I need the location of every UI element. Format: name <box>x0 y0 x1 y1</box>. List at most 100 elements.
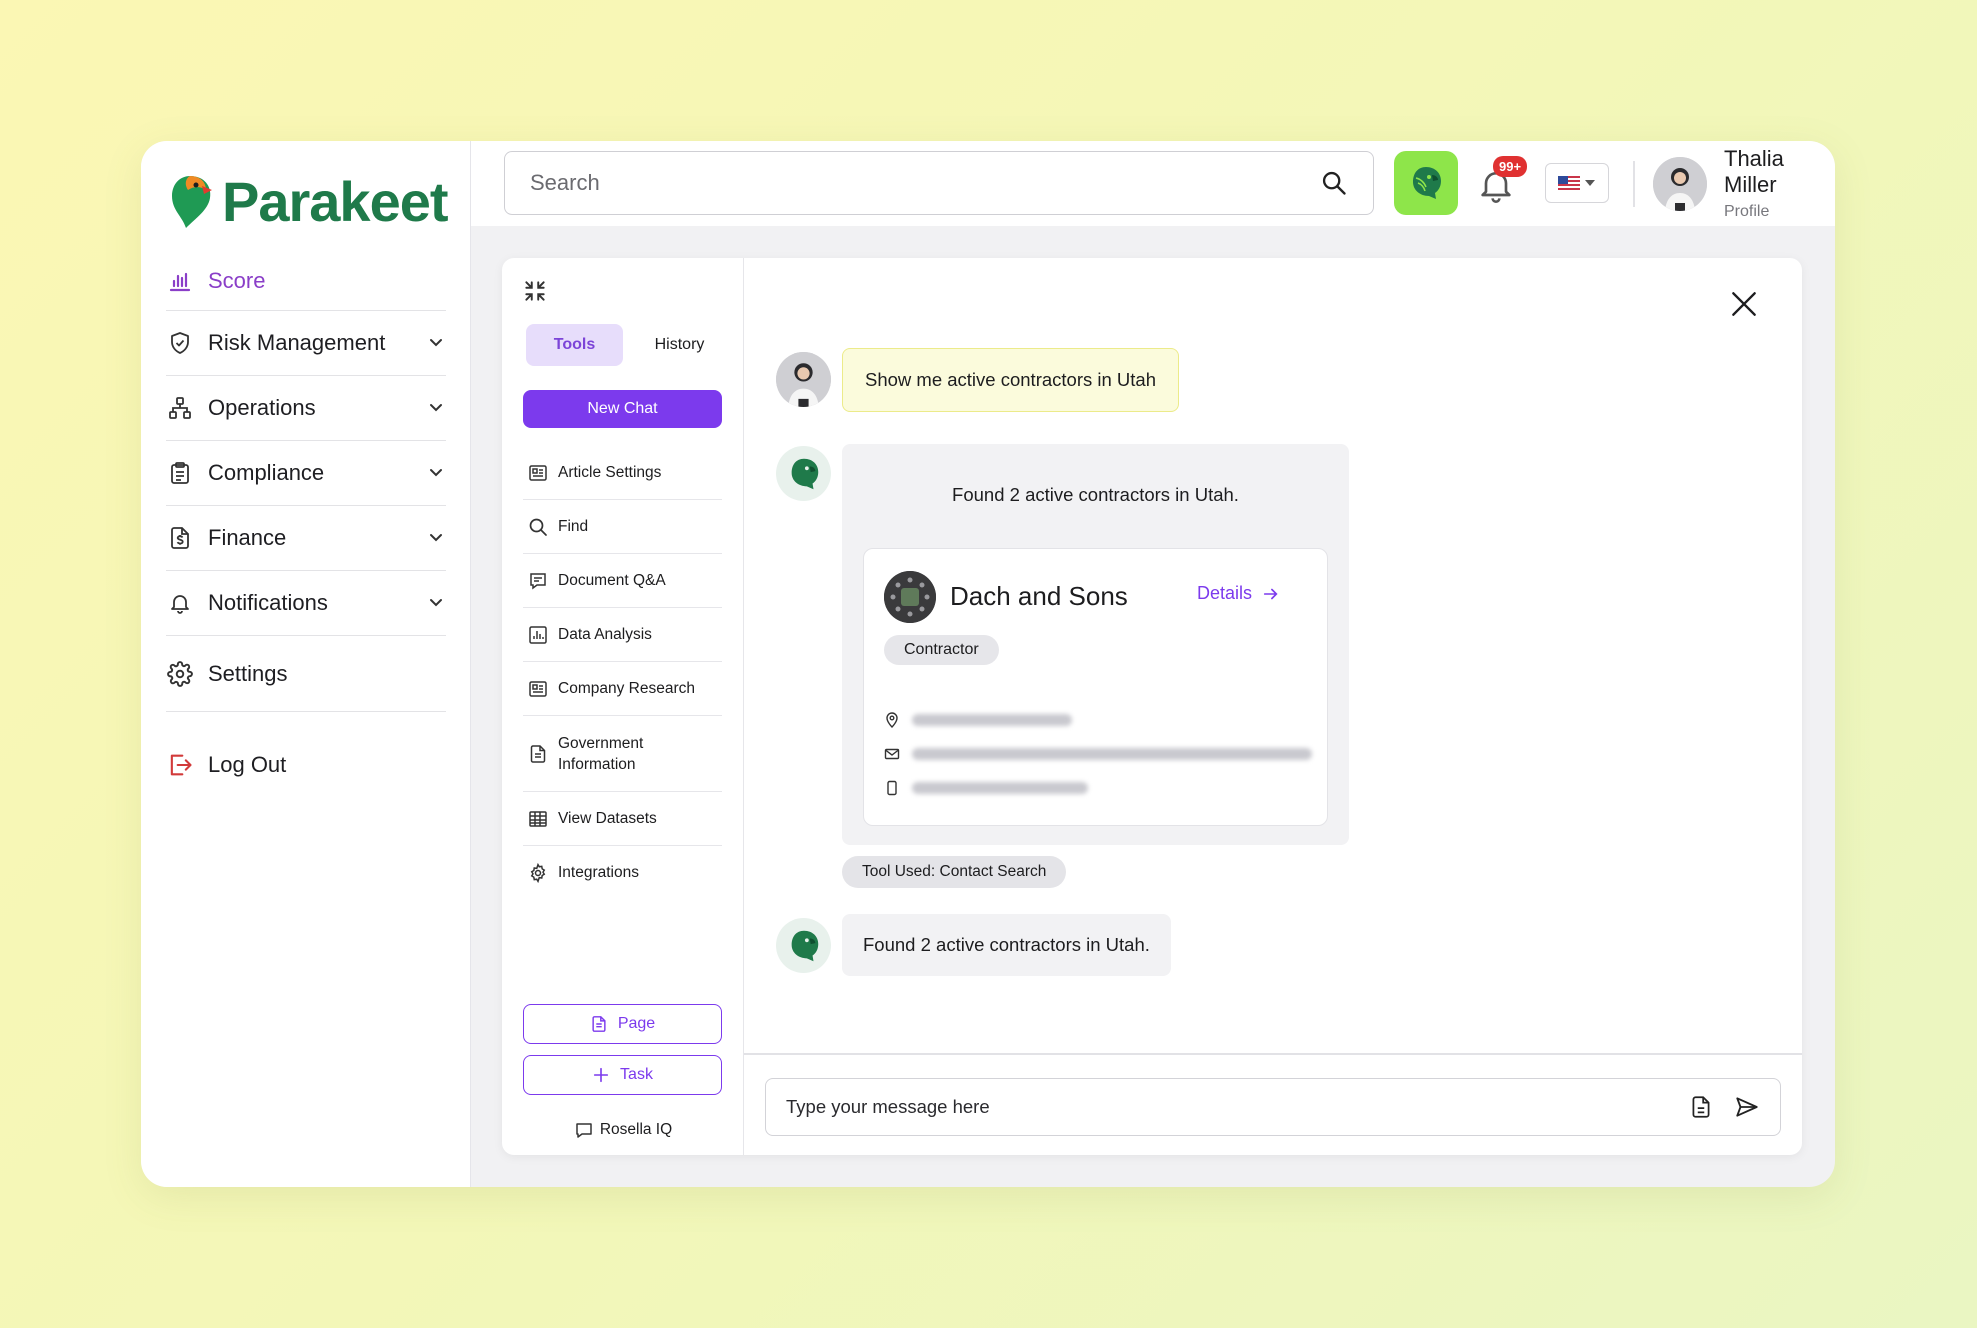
message-placeholder: Type your message here <box>786 1096 990 1117</box>
parrot-assistant-button[interactable] <box>1394 151 1458 215</box>
chevron-down-icon <box>430 339 442 347</box>
sidebar-item-label: Notifications <box>208 590 328 615</box>
gear-icon <box>166 660 194 688</box>
mail-icon <box>884 748 900 760</box>
sidebar-item-label: Finance <box>208 525 287 550</box>
bell-icon <box>166 589 194 617</box>
message-input[interactable]: Type your message here <box>765 1078 1781 1136</box>
task-button-label: Task <box>620 1066 653 1083</box>
logout-button[interactable]: Log Out <box>166 751 286 779</box>
tool-label: Article Settings <box>558 463 662 481</box>
company-logo <box>884 571 936 623</box>
company-icon <box>529 680 547 697</box>
details-link[interactable]: Details <box>1197 583 1280 604</box>
article-icon <box>529 464 547 481</box>
tab-history[interactable]: History <box>637 324 722 366</box>
sidebar-nav: Score Risk Management Operations Complia… <box>166 251 446 712</box>
divider <box>1633 161 1635 207</box>
tool-company-research[interactable]: Company Research <box>523 662 722 716</box>
bar-chart-icon <box>166 267 194 295</box>
send-icon[interactable] <box>1734 1094 1760 1120</box>
new-chat-button[interactable]: New Chat <box>523 390 722 428</box>
divider <box>744 1053 1802 1055</box>
us-flag-icon <box>1558 176 1580 190</box>
tools-sidebar: Tools History New Chat Article Settings … <box>502 258 744 1155</box>
search-input[interactable]: Search <box>504 151 1374 215</box>
tool-integrations[interactable]: Integrations <box>523 846 722 900</box>
search-placeholder: Search <box>530 170 600 195</box>
user-message-bubble: Show me active contractors in Utah <box>842 348 1179 412</box>
contractor-card: Dach and Sons Details Contractor <box>863 548 1328 826</box>
user-name[interactable]: Thalia Miller <box>1724 146 1824 198</box>
dollar-document-icon <box>166 524 194 552</box>
caret-down-icon <box>1585 180 1595 186</box>
notification-badge: 99+ <box>1493 156 1528 177</box>
task-button[interactable]: Task <box>523 1055 722 1095</box>
chart-icon <box>529 625 547 644</box>
location-row <box>884 712 1072 728</box>
tab-tools[interactable]: Tools <box>526 324 623 366</box>
gear-icon <box>530 863 546 883</box>
sidebar-item-risk-management[interactable]: Risk Management <box>166 311 446 376</box>
table-icon <box>529 810 547 827</box>
rosella-iq-link[interactable]: Rosella IQ <box>502 1120 744 1140</box>
sidebar-item-score[interactable]: Score <box>166 251 446 311</box>
sidebar-item-label: Compliance <box>208 460 325 485</box>
parakeet-logo[interactable]: Parakeet <box>166 169 449 234</box>
sidebar-item-notifications[interactable]: Notifications <box>166 571 446 636</box>
sidebar-item-compliance[interactable]: Compliance <box>166 441 446 506</box>
document-chat-icon <box>530 572 546 589</box>
search-icon[interactable] <box>1320 169 1348 197</box>
tool-find[interactable]: Find <box>523 500 722 554</box>
bot-response-text: Found 2 active contractors in Utah. <box>952 484 1239 505</box>
tool-view-datasets[interactable]: View Datasets <box>523 792 722 846</box>
language-selector[interactable] <box>1545 163 1609 203</box>
assistant-panel: Tools History New Chat Article Settings … <box>502 258 1802 1155</box>
sidebar-item-label: Risk Management <box>208 330 386 355</box>
parrot-icon <box>1413 167 1441 199</box>
user-avatar[interactable] <box>1653 157 1707 211</box>
user-message-avatar <box>776 352 831 407</box>
chevron-down-icon <box>430 469 442 477</box>
bot-message-bubble: Found 2 active contractors in Utah. <box>842 914 1171 976</box>
user-profile-link[interactable]: Profile <box>1724 203 1769 221</box>
page-button-label: Page <box>617 1015 656 1032</box>
company-name: Dach and Sons <box>950 581 1128 611</box>
tool-list: Article Settings Find Document Q&A Data … <box>523 446 722 900</box>
tool-label: Government Information <box>558 734 644 773</box>
phone-icon <box>887 780 897 796</box>
bot-avatar <box>776 918 831 973</box>
tool-label: Find <box>558 517 589 535</box>
page-button[interactable]: Page <box>523 1004 722 1044</box>
redacted-location <box>912 714 1072 726</box>
sidebar-item-finance[interactable]: Finance <box>166 506 446 571</box>
tool-label: Data Analysis <box>558 625 652 643</box>
location-pin-icon <box>886 712 898 728</box>
chevron-down-icon <box>430 599 442 607</box>
sidebar-item-label: Score <box>208 267 266 293</box>
email-row <box>884 746 1312 762</box>
collapse-icon[interactable] <box>522 278 548 304</box>
tool-data-analysis[interactable]: Data Analysis <box>523 608 722 662</box>
tool-government-information[interactable]: Government Information <box>523 716 722 792</box>
rosella-iq-label: Rosella IQ <box>599 1121 673 1138</box>
tool-label: Integrations <box>558 864 639 881</box>
tool-label: Company Research <box>558 679 695 697</box>
sidebar-item-operations[interactable]: Operations <box>166 376 446 441</box>
chat-bubble-icon <box>576 1123 592 1138</box>
close-icon[interactable] <box>1728 288 1760 320</box>
tool-document-qa[interactable]: Document Q&A <box>523 554 722 608</box>
document-icon <box>530 744 546 763</box>
attach-document-icon[interactable] <box>1688 1094 1714 1120</box>
shield-check-icon <box>166 329 194 357</box>
sidebar: Parakeet Score Risk Management Operation… <box>141 141 471 1187</box>
plus-icon <box>593 1067 609 1083</box>
bot-avatar <box>776 446 831 501</box>
sidebar-item-settings[interactable]: Settings <box>166 636 446 712</box>
logout-icon <box>166 751 194 779</box>
tool-article-settings[interactable]: Article Settings <box>523 446 722 500</box>
search-icon <box>529 518 547 536</box>
tool-label: View Datasets <box>558 809 657 827</box>
chevron-down-icon <box>430 404 442 412</box>
tool-label: Document Q&A <box>558 571 666 589</box>
